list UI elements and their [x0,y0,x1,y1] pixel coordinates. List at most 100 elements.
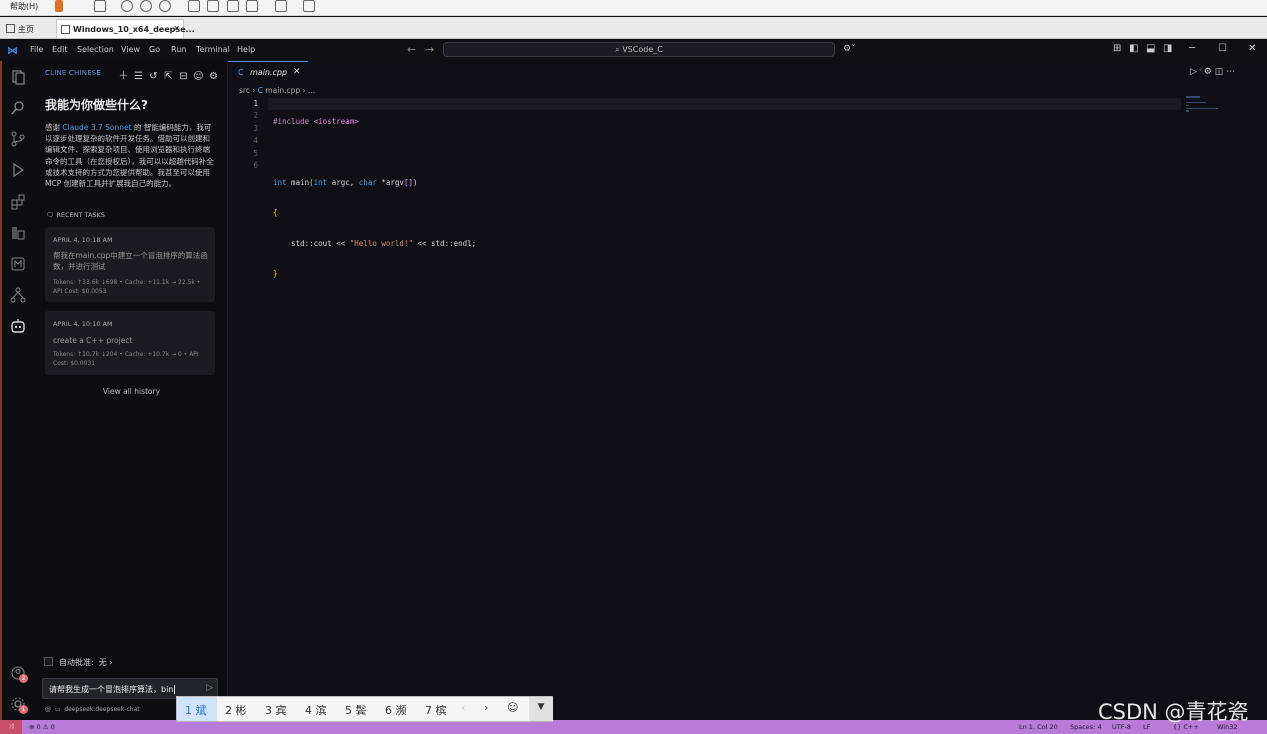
code-text[interactable]: #include <iostream> int main(int argc, c… [273,98,476,298]
auto-approve-row[interactable]: 自动批准: 无 › [44,657,113,668]
history-item[interactable]: APRIL 4, 10:18 AM 帮我在main.cpp中建立一个冒泡排序的算… [45,227,215,302]
mcp-servers-icon[interactable]: ☰ [131,71,146,82]
ime-next-page-icon[interactable]: › [484,701,488,714]
vm-tab-bar: 主页 Windows_10_x64_deepse... ✕ [0,17,1267,39]
send-icon[interactable]: ▷ [206,683,213,693]
source-control-icon[interactable] [10,131,26,147]
close-icon[interactable]: ✕ [173,24,180,33]
toggle-secondary-sidebar-icon[interactable]: ◨ [1163,43,1172,54]
nav-back-icon[interactable]: ← [407,43,416,56]
chevron-right-icon: › [109,658,113,667]
more-actions-icon[interactable]: ⋯ [1226,67,1235,77]
console-icon[interactable] [275,0,287,12]
popout-icon[interactable]: ⇱ [161,71,176,82]
recent-tasks-label: RECENT TASKS [56,211,105,219]
split-editor-icon[interactable]: ◫ [1215,67,1224,77]
editor-actions: ▷ ˅ ⚙ ◫ ⋯ [1190,67,1235,77]
stretch-icon[interactable] [303,0,315,12]
maximize-icon[interactable]: ☐ [1218,43,1227,54]
extensions-icon[interactable] [10,194,26,210]
view-library-icon[interactable] [188,0,200,12]
toggle-panel-icon[interactable]: ⬓ [1146,43,1155,54]
menu-go[interactable]: Go [149,45,160,54]
history-item[interactable]: APRIL 4, 10:10 AM create a C++ project T… [45,311,215,375]
menu-run[interactable]: Run [171,45,186,54]
new-task-icon[interactable]: ＋ [116,67,131,82]
view-thumbnail-icon[interactable] [207,0,219,12]
minimap[interactable] [1186,96,1226,112]
nav-forward-icon[interactable]: → [425,43,434,56]
close-tab-icon[interactable]: ✕ [293,67,301,77]
snapshot-manager-icon[interactable] [159,0,171,12]
status-bar: ⤨ ⊗ 0 ⚠ 0 Ln 1, Col 20 Spaces: 4 UTF-8 L… [0,720,1267,734]
menu-terminal[interactable]: Terminal [196,45,230,54]
model-name: deepseek:deepseek-chat [64,706,140,713]
user-icon[interactable]: ☺ [191,71,206,82]
vm-send-keys-icon[interactable] [94,0,106,12]
line-number: 4 [253,136,258,146]
breadcrumb-more[interactable]: ... [308,86,315,95]
ime-candidate[interactable]: 5 鬓 [337,697,377,721]
ime-candidate[interactable]: 1 斌 [177,697,217,721]
run-file-icon[interactable]: ▷ [1190,67,1197,77]
editor-tab-main-cpp[interactable]: C main.cpp ✕ [228,61,308,83]
menu-edit[interactable]: Edit [52,45,68,54]
problems-indicator[interactable]: ⊗ 0 ⚠ 0 [29,723,55,731]
window-close-icon[interactable]: ✕ [1248,43,1256,54]
search-icon[interactable] [10,100,26,116]
run-debug-icon[interactable] [10,162,26,178]
ime-prev-page-icon[interactable]: ‹ [461,701,465,714]
account-icon[interactable]: ⊟ [176,71,191,82]
ime-expand-icon[interactable]: ▼ [529,697,553,721]
menu-file[interactable]: File [30,45,43,54]
settings-icon[interactable]: ⚙ [206,71,221,82]
unity-icon[interactable] [246,0,258,12]
menu-view[interactable]: View [121,45,140,54]
auto-approve-label: 自动批准: [59,658,94,667]
remote-explorer-icon[interactable] [10,225,26,241]
pause-icon[interactable] [55,0,63,12]
at-mention-icon[interactable]: @ [45,706,51,713]
image-attach-icon[interactable]: ▭ [55,706,61,713]
auto-approve-checkbox[interactable] [44,657,53,666]
indentation[interactable]: Spaces: 4 [1070,723,1102,731]
ime-candidate[interactable]: 4 滨 [297,697,337,721]
emoji-icon[interactable]: ☺ [507,701,518,714]
vm-tab-windows[interactable]: Windows_10_x64_deepse... ✕ [56,19,195,38]
breadcrumb: src › C main.cpp › ... [239,86,316,95]
snapshot-restore-icon[interactable] [140,0,152,12]
menu-selection[interactable]: Selection [77,45,114,54]
remote-indicator-icon[interactable]: ⤨ [0,720,22,734]
toggle-sidebar-icon[interactable]: ◧ [1129,43,1138,54]
copilot-icon[interactable]: ⚙˅ [843,44,856,54]
graph-icon[interactable] [10,287,26,303]
customize-layout-icon[interactable]: ⊞ [1113,43,1121,54]
ime-candidate[interactable]: 7 槟 [417,697,457,721]
ime-candidate-window: 1 斌 2 彬 3 宾 4 滨 5 鬓 6 濒 7 槟 ‹ › ☺ ▼ [176,696,553,722]
breadcrumb-src[interactable]: src [239,86,250,95]
fullscreen-icon[interactable] [227,0,239,12]
view-all-history-link[interactable]: View all history [36,387,227,396]
breadcrumb-file[interactable]: main.cpp [265,86,300,95]
cursor-position[interactable]: Ln 1, Col 20 [1019,723,1058,731]
history-icon[interactable]: ↺ [146,71,161,82]
command-center-search[interactable]: ⌕ VSCode_C [443,42,835,57]
model-selector[interactable]: @ ▭ deepseek:deepseek-chat [45,706,140,713]
watermark-text: CSDN @青花瓷 [1098,700,1249,724]
task-stats: Tokens: ↑33.6k ↓698 • Cache: +11.1k → 22… [53,279,201,295]
line-number: 3 [253,123,258,133]
ime-candidate[interactable]: 6 濒 [377,697,417,721]
cline-robot-icon[interactable] [10,318,26,334]
settings-icon[interactable]: ⚙ [1204,67,1212,77]
minimize-icon[interactable]: ─ [1189,43,1195,54]
ime-candidate[interactable]: 2 彬 [217,697,257,721]
testing-icon[interactable] [10,256,26,272]
ime-candidate[interactable]: 3 宾 [257,697,297,721]
menu-help[interactable]: Help [237,45,255,54]
vm-tab-home[interactable]: 主页 [2,19,40,38]
chevron-down-icon[interactable]: ˅ [1197,69,1204,76]
snapshot-icon[interactable] [121,0,133,12]
vm-help-menu[interactable]: 帮助(H) [10,1,38,12]
model-link[interactable]: Claude 3.7 Sonnet [62,123,131,132]
explorer-icon[interactable] [10,69,26,85]
